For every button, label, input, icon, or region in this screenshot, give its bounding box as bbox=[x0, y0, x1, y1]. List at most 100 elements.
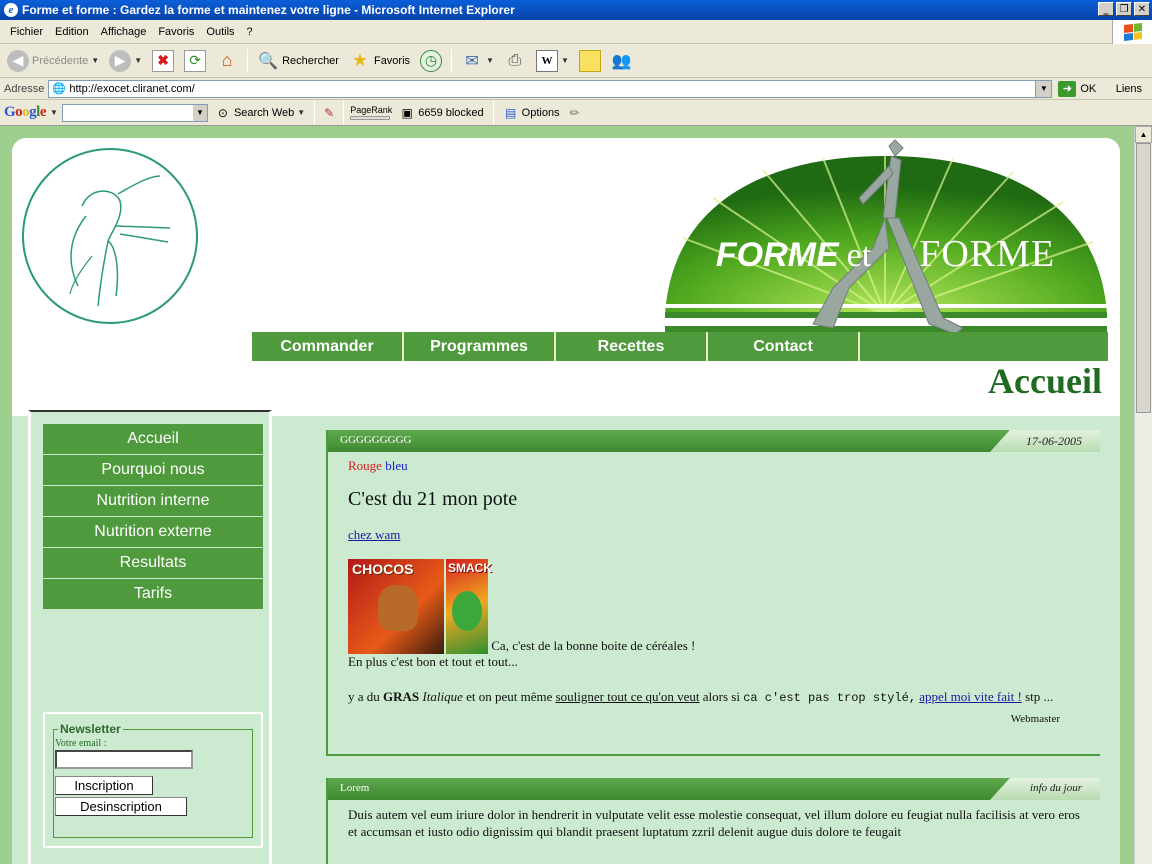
maximize-button[interactable]: ❐ bbox=[1116, 2, 1132, 16]
nav-commander[interactable]: Commander bbox=[252, 332, 404, 361]
article-1-date-tab: 17-06-2005 bbox=[990, 430, 1100, 452]
smacks-label: SMACK bbox=[448, 561, 492, 575]
menu-help[interactable]: ? bbox=[241, 26, 259, 38]
note-icon bbox=[578, 49, 601, 72]
google-logo[interactable]: Google bbox=[4, 104, 47, 121]
messenger-button[interactable]: 👥 bbox=[608, 47, 636, 75]
email-label: Votre email : bbox=[55, 738, 107, 749]
address-url[interactable]: http://exocet.cliranet.com/ bbox=[69, 83, 194, 95]
popup-blocker-button[interactable]: ▣ 6659 blocked bbox=[396, 99, 486, 127]
cereal-box-image: CHOCOS SMACK bbox=[348, 559, 492, 654]
google-search-dropdown-icon[interactable]: ▼ bbox=[192, 104, 207, 121]
options-button[interactable]: ▤ Options bbox=[500, 99, 563, 127]
forward-button[interactable]: ▶ ▼ bbox=[106, 47, 145, 75]
nav-contact[interactable]: Contact bbox=[708, 332, 860, 361]
site-logo[interactable] bbox=[20, 146, 200, 326]
history-icon: ◷ bbox=[420, 49, 443, 72]
cereal-caption: Ca, c'est de la bonne boite de céréales … bbox=[491, 638, 696, 653]
sidebar-item-accueil[interactable]: Accueil bbox=[43, 424, 263, 455]
address-dropdown-icon[interactable]: ▼ bbox=[1035, 80, 1052, 97]
print-button[interactable]: ⎙ bbox=[501, 47, 529, 75]
forward-dropdown-icon[interactable]: ▼ bbox=[134, 56, 142, 65]
article-1-header: GGGGGGGGG 17-06-2005 bbox=[328, 430, 1100, 452]
blocked-count: 6659 blocked bbox=[418, 106, 484, 119]
toolbar-separator bbox=[451, 48, 453, 73]
window-controls: _ ❐ ✕ bbox=[1098, 2, 1150, 16]
search-button[interactable]: 🔍 Rechercher bbox=[254, 47, 342, 75]
menu-outils[interactable]: Outils bbox=[200, 26, 240, 38]
menu-fichier[interactable]: Fichier bbox=[4, 26, 49, 38]
banner-word-forme: FORME bbox=[715, 236, 839, 274]
address-field[interactable]: 🌐 http://exocet.cliranet.com/ ▼ bbox=[48, 79, 1053, 98]
article-1-author: Webmaster bbox=[1010, 713, 1060, 725]
home-button[interactable]: ⌂ bbox=[213, 47, 241, 75]
vertical-scrollbar[interactable]: ▲ bbox=[1134, 126, 1152, 864]
edit-button[interactable]: W ▼ bbox=[533, 47, 572, 75]
scroll-up-icon[interactable]: ▲ bbox=[1135, 126, 1152, 143]
back-dropdown-icon[interactable]: ▼ bbox=[91, 56, 99, 65]
word-icon: W bbox=[535, 49, 558, 72]
favorites-button[interactable]: ★ Favoris bbox=[346, 47, 413, 75]
toolbar-separator bbox=[492, 100, 494, 125]
popup-blocker-icon: ▣ bbox=[401, 105, 413, 120]
nav-programmes[interactable]: Programmes bbox=[404, 332, 556, 361]
discuss-button[interactable] bbox=[576, 47, 604, 75]
newsletter-legend: Newsletter bbox=[60, 722, 121, 736]
links-button[interactable]: Liens bbox=[1116, 83, 1142, 95]
close-button[interactable]: ✕ bbox=[1134, 2, 1150, 16]
mail-button[interactable]: ✉ ▼ bbox=[458, 47, 497, 75]
article-1-heading: C'est du 21 mon pote bbox=[348, 488, 518, 510]
chez-wam-link[interactable]: chez wam bbox=[348, 527, 400, 542]
sidebar-item-nutrition-externe[interactable]: Nutrition externe bbox=[43, 517, 263, 548]
search-web-dropdown-icon[interactable]: ▼ bbox=[297, 108, 305, 117]
sidebar-item-tarifs[interactable]: Tarifs bbox=[43, 579, 263, 610]
refresh-icon: ⟳ bbox=[184, 49, 207, 72]
sidebar-item-resultats[interactable]: Resultats bbox=[43, 548, 263, 579]
history-button[interactable]: ◷ bbox=[417, 47, 445, 75]
blue-text: bleu bbox=[385, 458, 408, 473]
page-icon: 🌐 bbox=[52, 82, 67, 95]
subscribe-button[interactable]: Inscription bbox=[55, 776, 153, 795]
stop-button[interactable]: ✖ bbox=[149, 47, 177, 75]
search-label: Rechercher bbox=[282, 54, 339, 67]
email-field[interactable] bbox=[55, 750, 193, 769]
sidebar-item-pourquoi-nous[interactable]: Pourquoi nous bbox=[43, 455, 263, 486]
article-2-tag: info du jour bbox=[1030, 782, 1082, 794]
pagerank-bar bbox=[350, 115, 391, 120]
forward-arrow-icon: ▶ bbox=[109, 49, 132, 72]
go-button[interactable]: ➜ OK bbox=[1058, 80, 1096, 97]
google-toolbar: Google ▼ ▼ ⊙ Search Web ▼ ✎ PageRank ▣ 6… bbox=[0, 100, 1152, 126]
appel-moi-link[interactable]: appel moi vite fait ! bbox=[919, 689, 1022, 704]
pagerank-indicator: PageRank bbox=[350, 105, 392, 120]
chocos-box: CHOCOS bbox=[348, 559, 444, 654]
title-bar: e Forme et forme : Gardez la forme et ma… bbox=[0, 0, 1152, 20]
toolbar-separator bbox=[343, 100, 345, 125]
mail-dropdown-icon[interactable]: ▼ bbox=[486, 56, 494, 65]
back-button[interactable]: ◀ Précédente ▼ bbox=[4, 47, 102, 75]
sidebar-item-nutrition-interne[interactable]: Nutrition interne bbox=[43, 486, 263, 517]
header-banner: FORME et FORME bbox=[663, 138, 1108, 344]
menu-bar: Fichier Edition Affichage Favoris Outils… bbox=[0, 20, 1152, 44]
p3-d: stp ... bbox=[1021, 689, 1054, 704]
article-1-title: GGGGGGGGG bbox=[340, 434, 412, 446]
minimize-button[interactable]: _ bbox=[1098, 2, 1114, 16]
search-web-button[interactable]: ⊙ Search Web ▼ bbox=[212, 99, 308, 127]
menu-affichage[interactable]: Affichage bbox=[95, 26, 153, 38]
article-2-body: Duis autem vel eum iriure dolor in hendr… bbox=[348, 807, 1080, 839]
google-search-input[interactable]: ▼ bbox=[61, 103, 208, 122]
google-dropdown-icon[interactable]: ▼ bbox=[50, 108, 58, 117]
menu-favoris[interactable]: Favoris bbox=[152, 26, 200, 38]
edit-dropdown-icon[interactable]: ▼ bbox=[561, 56, 569, 65]
scroll-thumb[interactable] bbox=[1136, 143, 1151, 413]
menu-edition[interactable]: Edition bbox=[49, 26, 95, 38]
unsubscribe-button[interactable]: Desinscription bbox=[55, 797, 187, 816]
italic-text: Italique bbox=[422, 689, 463, 704]
nav-recettes[interactable]: Recettes bbox=[556, 332, 708, 361]
article-2-title: Lorem bbox=[340, 782, 370, 794]
frog-mascot bbox=[452, 591, 482, 631]
mono-text: ca c'est pas trop stylé, bbox=[743, 691, 917, 705]
printer-icon: ⎙ bbox=[508, 51, 522, 69]
highlighter-icon[interactable]: ✏ bbox=[567, 102, 583, 124]
news-icon[interactable]: ✎ bbox=[321, 102, 337, 124]
refresh-button[interactable]: ⟳ bbox=[181, 47, 209, 75]
